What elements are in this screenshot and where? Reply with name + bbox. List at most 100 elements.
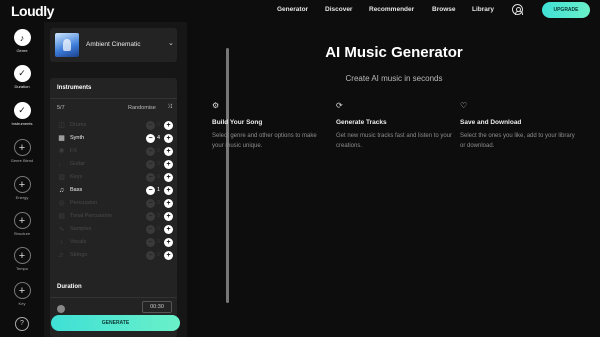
duration-time-field[interactable]: 00:30 — [142, 301, 172, 313]
duration-slider-handle[interactable] — [57, 305, 65, 313]
step-structure[interactable]: + Structure — [0, 212, 44, 236]
decrease-button[interactable]: − — [146, 147, 155, 156]
feature-description: Select genre and other options to make y… — [212, 133, 317, 149]
instrument-name: Strings — [70, 252, 88, 258]
step-rail: ♪ Genre ✓ Duration ✓ Instruments + Genre… — [0, 22, 44, 337]
increase-button[interactable]: + — [164, 173, 173, 182]
step-label: Duration — [14, 84, 30, 89]
instrument-value: 4 — [157, 135, 161, 141]
instrument-row-keys: ▥ Keys − 0 + — [50, 173, 177, 183]
shuffle-icon[interactable]: ⤨ — [167, 104, 172, 111]
step-label: Genre — [16, 48, 28, 53]
feature-description: Get new music tracks fast and listen to … — [336, 133, 453, 149]
increase-button[interactable]: + — [164, 147, 173, 156]
increase-button[interactable]: + — [164, 186, 173, 195]
step-tempo[interactable]: + Tempo — [0, 247, 44, 271]
decrease-button[interactable]: − — [146, 238, 155, 247]
step-genre-blend[interactable]: + Genre Blend — [0, 139, 44, 163]
instrument-value: 0 — [157, 161, 161, 167]
instrument-row-strings: ♬ Strings − 0 + — [50, 251, 177, 261]
instrument-name: Keys — [70, 174, 83, 180]
generate-button[interactable]: GENERATE — [51, 315, 180, 331]
build-icon: ⚙ — [212, 101, 220, 110]
instrument-row-bass: ♫ Bass − 1 + — [50, 186, 177, 196]
increase-button[interactable]: + — [164, 121, 173, 130]
step-instruments[interactable]: ✓ Instruments — [0, 102, 44, 126]
instrument-row-vocals: ♁ Vocals − 0 + — [50, 238, 177, 248]
divider — [50, 297, 177, 298]
instrument-name: Guitar — [70, 161, 85, 167]
decrease-button[interactable]: − — [146, 186, 155, 195]
instrument-row-samples: ∿ Samples − 0 + — [50, 225, 177, 235]
percussion-icon: ◎ — [58, 200, 65, 207]
decrease-button[interactable]: − — [146, 134, 155, 143]
page-subtitle: Create AI music in seconds — [345, 74, 443, 83]
instrument-name: Vocals — [70, 239, 87, 245]
increase-button[interactable]: + — [164, 199, 173, 208]
step-key[interactable]: + Key — [0, 282, 44, 306]
increase-button[interactable]: + — [164, 225, 173, 234]
plus-icon: + — [13, 212, 31, 229]
instruments-title: Instruments — [57, 85, 92, 91]
instrument-value: 0 — [157, 239, 161, 245]
decrease-button[interactable]: − — [146, 121, 155, 130]
step-label: Genre Blend — [10, 158, 34, 163]
instrument-name: Bass — [70, 187, 83, 193]
panel-scrollbar[interactable] — [226, 48, 229, 303]
increase-button[interactable]: + — [164, 212, 173, 221]
decrease-button[interactable]: − — [146, 160, 155, 169]
strings-icon: ♬ — [58, 252, 65, 259]
instrument-name: FX — [70, 148, 78, 154]
nav-discover[interactable]: Discover — [325, 6, 352, 13]
nav-library[interactable]: Library — [472, 6, 494, 13]
duration-title: Duration — [57, 284, 82, 290]
genre-selector[interactable]: Ambient Cinematic ⌄ — [50, 28, 177, 62]
increase-button[interactable]: + — [164, 238, 173, 247]
step-label: Energy — [15, 195, 29, 200]
genre-artwork — [55, 33, 79, 57]
step-genre[interactable]: ♪ Genre — [0, 29, 44, 53]
help-icon[interactable]: ? — [15, 317, 29, 331]
instrument-count: 5/7 — [57, 105, 65, 111]
decrease-button[interactable]: − — [146, 212, 155, 221]
nav-browse[interactable]: Browse — [432, 6, 455, 13]
feature-build: ⚙ Build Your Song Select genre and other… — [212, 101, 330, 151]
step-label: Key — [18, 301, 26, 306]
increase-button[interactable]: + — [164, 251, 173, 260]
step-energy[interactable]: + Energy — [0, 176, 44, 200]
decrease-button[interactable]: − — [146, 251, 155, 260]
nav-generator[interactable]: Generator — [277, 6, 308, 13]
decrease-button[interactable]: − — [146, 173, 155, 182]
brand-logo[interactable]: Loudly — [11, 3, 54, 19]
feature-save: ♡ Save and Download Select the ones you … — [460, 101, 578, 151]
step-duration[interactable]: ✓ Duration — [0, 65, 44, 89]
instrument-row-fx: ✺ FX − 0 + — [50, 147, 177, 157]
feature-title: Build Your Song — [212, 119, 263, 126]
plus-icon: + — [13, 139, 31, 156]
step-label: Tempo — [15, 266, 28, 271]
randomise-button[interactable]: Randomise — [128, 105, 156, 111]
genre-name: Ambient Cinematic — [86, 41, 141, 48]
account-icon[interactable] — [512, 4, 523, 15]
instrument-row-percussion: ◎ Percussion − 0 + — [50, 199, 177, 209]
instrument-name: Synth — [70, 135, 85, 141]
top-bar: Loudly Generator Discover Recommender Br… — [0, 0, 600, 22]
guitar-icon: ♩ — [58, 161, 65, 168]
increase-button[interactable]: + — [164, 160, 173, 169]
fx-icon: ✺ — [58, 148, 65, 155]
instrument-row-drums: ◫ Drums − 0 + — [50, 121, 177, 131]
instrument-name: Tonal Percussion — [70, 213, 112, 219]
chevron-down-icon: ⌄ — [168, 40, 174, 47]
instrument-value: 0 — [157, 200, 161, 206]
decrease-button[interactable]: − — [146, 225, 155, 234]
upgrade-button[interactable]: UPGRADE — [542, 2, 590, 18]
music-note-icon: ♪ — [13, 29, 31, 46]
increase-button[interactable]: + — [164, 134, 173, 143]
feature-generate: ⟳ Generate Tracks Get new music tracks f… — [336, 101, 454, 151]
instrument-value: 1 — [157, 187, 161, 193]
instrument-value: 0 — [157, 252, 161, 258]
instrument-value: 0 — [157, 148, 161, 154]
nav-recommender[interactable]: Recommender — [369, 6, 414, 13]
decrease-button[interactable]: − — [146, 199, 155, 208]
check-icon: ✓ — [13, 65, 31, 82]
